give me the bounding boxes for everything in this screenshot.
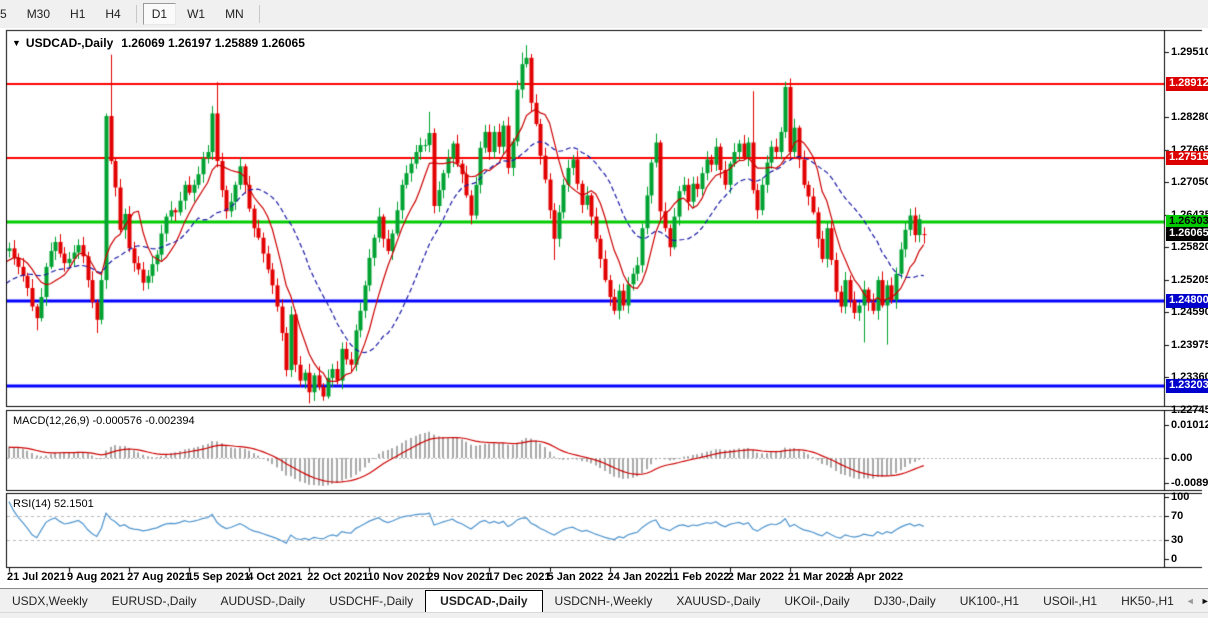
date-tick-label: 17 Dec 2021	[487, 571, 551, 583]
timeframe-button-5[interactable]: 5	[0, 3, 16, 25]
ohlc-close: 1.26065	[261, 36, 305, 50]
macd-axis-label: 0.00	[1171, 452, 1193, 464]
timeframe-button-h4[interactable]: H4	[96, 3, 129, 25]
macd-axis-label: 0.010127	[1171, 419, 1208, 431]
trading-app-window: 5 M30 H1 H4 D1 W1 MN ▼ USDCAD-,Daily 1.26069 1.2…	[0, 0, 1208, 618]
chart-tab-uk100-h1[interactable]: UK100-,H1	[948, 591, 1031, 611]
price-tick-label: 1.25205	[1171, 273, 1208, 286]
price-tick-label: 1.29510	[1171, 46, 1208, 58]
tabs-scroll-left-icon[interactable]: ◄	[1186, 596, 1195, 606]
chart-dropdown-icon[interactable]: ▼	[12, 38, 21, 48]
chart-tab-eurusd-daily[interactable]: EURUSD-,Daily	[100, 591, 209, 611]
macd-axis-label: -0.008937	[1171, 477, 1208, 489]
date-tick-label: 27 Aug 2021	[127, 571, 191, 583]
chart-tab-usdx-weekly[interactable]: USDX,Weekly	[0, 591, 100, 611]
chart-tab-usdchf-daily[interactable]: USDCHF-,Daily	[317, 591, 425, 611]
rsi-indicator-label: RSI(14) 52.1501	[13, 498, 94, 510]
date-axis[interactable]: 21 Jul 2021 9 Aug 2021 27 Aug 2021 15 Sep 2…	[0, 569, 1166, 587]
chart-tab-dj30-daily[interactable]: DJ30-,Daily	[862, 591, 948, 611]
price-level-badge-123203: 1.23203	[1166, 378, 1208, 393]
timeframe-button-mn[interactable]: MN	[216, 3, 253, 25]
price-tick-label: 1.27050	[1171, 176, 1208, 189]
timeframe-button-h1[interactable]: H1	[61, 3, 94, 25]
chart-tab-usdcnh-weekly[interactable]: USDCNH-,Weekly	[543, 591, 665, 611]
rsi-axis-label: 30	[1171, 534, 1184, 547]
rsi-axis-label: 0	[1171, 553, 1178, 565]
chart-title: ▼ USDCAD-,Daily 1.26069 1.26197 1.25889 1.…	[12, 36, 305, 50]
price-tick-label: 1.25820	[1171, 241, 1208, 254]
date-tick-label: 4 Oct 2021	[247, 571, 303, 583]
date-tick-label: 9 Aug 2021	[67, 571, 125, 583]
price-axis[interactable]: 1.295101.282801.276651.270501.264351.258…	[1166, 28, 1208, 588]
chart-tab-xauusd-daily[interactable]: XAUUSD-,Daily	[664, 591, 772, 611]
price-tick-label: 1.22745	[1171, 404, 1208, 416]
price-tick-label: 1.23975	[1171, 338, 1208, 351]
price-level-badge-128912: 1.28912	[1166, 76, 1208, 91]
ohlc-low: 1.25889	[214, 36, 259, 50]
price-chart-canvas[interactable]	[0, 28, 1208, 588]
chart-window: ▼ USDCAD-,Daily 1.26069 1.26197 1.25889 1.…	[0, 28, 1208, 588]
chart-tab-hk50-h1[interactable]: HK50-,H1	[1109, 591, 1186, 611]
timeframe-button-d1[interactable]: D1	[142, 3, 177, 25]
date-tick-label: 2 Mar 2022	[727, 571, 784, 583]
chart-tab-ukoil-daily[interactable]: UKOil-,Daily	[772, 591, 861, 611]
toolbar-separator	[135, 5, 137, 23]
macd-signal-value: -0.002394	[145, 415, 195, 427]
price-level-badge-126065: 1.26065	[1166, 227, 1208, 242]
date-tick-label: 21 Mar 2022	[787, 571, 851, 583]
timeframe-button-w1[interactable]: W1	[178, 3, 214, 25]
chart-symbol-label: USDCAD-,Daily	[25, 36, 114, 50]
date-tick-label: 10 Nov 2021	[367, 571, 431, 583]
chart-tab-audusd-daily[interactable]: AUDUSD-,Daily	[208, 591, 317, 611]
toolbar-separator	[258, 5, 260, 23]
rsi-value: 52.1501	[53, 498, 94, 510]
date-tick-label: 11 Feb 2022	[667, 571, 730, 583]
date-tick-label: 24 Jan 2022	[607, 571, 670, 583]
price-level-badge-127515: 1.27515	[1166, 150, 1208, 165]
date-tick-label: 15 Sep 2021	[187, 571, 251, 583]
date-tick-label: 22 Oct 2021	[307, 571, 369, 583]
date-tick-label: 5 Jan 2022	[547, 571, 604, 583]
timeframe-button-m30[interactable]: M30	[18, 3, 59, 25]
date-tick-label: 21 Jul 2021	[7, 571, 66, 583]
ohlc-high: 1.26197	[168, 36, 212, 50]
chart-tab-usoil-h1[interactable]: USOil-,H1	[1031, 591, 1109, 611]
rsi-axis-label: 70	[1171, 509, 1184, 522]
chart-tab-usdcad-daily[interactable]: USDCAD-,Daily	[425, 589, 543, 613]
macd-indicator-label: MACD(12,26,9) -0.000576 -0.002394	[13, 415, 195, 427]
date-tick-label: 8 Apr 2022	[847, 571, 904, 583]
chart-tabs-bar: USDX,Weekly EURUSD-,Daily AUDUSD-,Daily USD…	[0, 588, 1208, 613]
tabs-scroll-right-icon[interactable]: ►	[1201, 596, 1208, 606]
price-level-badge-124800: 1.24800	[1166, 294, 1208, 309]
timeframe-toolbar: 5 M30 H1 H4 D1 W1 MN	[0, 0, 1208, 28]
window-bottom-strip	[0, 612, 1208, 618]
macd-value: -0.000576	[92, 415, 143, 427]
price-tick-label: 1.28280	[1171, 111, 1208, 124]
rsi-axis-label: 100	[1171, 491, 1190, 503]
date-tick-label: 29 Nov 2021	[427, 571, 492, 583]
ohlc-open: 1.26069	[121, 36, 165, 50]
